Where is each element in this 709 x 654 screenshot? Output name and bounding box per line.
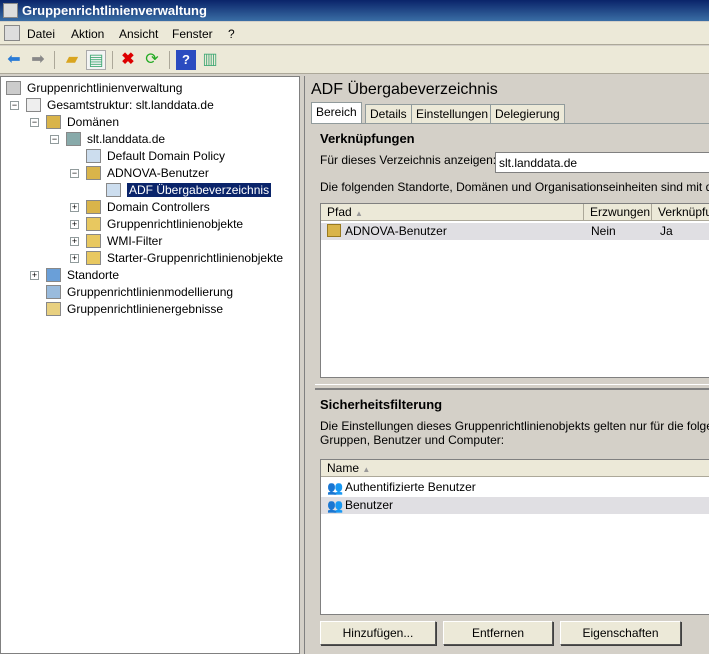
tree-item[interactable]: Starter-Gruppenrichtlinienobjekte	[107, 250, 283, 266]
security-list: Name ▲ 👥 Authentifizierte Benutzer 👥 Ben…	[320, 459, 709, 615]
column-pfad[interactable]: Pfad ▲	[321, 204, 584, 221]
gpo-link-icon	[106, 183, 121, 197]
links-description: Die folgenden Standorte, Domänen und Org…	[320, 180, 709, 194]
tree-item[interactable]: WMI-Filter	[107, 233, 162, 249]
tab-delegierung[interactable]: Delegierung	[490, 104, 565, 123]
expand-icon[interactable]: +	[70, 237, 79, 246]
column-name[interactable]: Name ▲	[321, 460, 709, 477]
ou-icon	[327, 224, 341, 237]
up-folder-icon[interactable]: ▰	[62, 50, 82, 70]
action-pane-icon[interactable]: ▥	[200, 50, 220, 70]
menu-help[interactable]: ?	[228, 27, 235, 41]
domain-select[interactable]: slt.landdata.de	[495, 152, 709, 173]
tree-item[interactable]: ADF Übergabeverzeichnis	[127, 182, 272, 198]
help-icon[interactable]: ?	[176, 50, 196, 70]
gpmc-icon	[6, 81, 21, 95]
folder-icon	[86, 251, 101, 265]
tree-item[interactable]: Gruppenrichtlinienmodellierung	[67, 284, 233, 300]
collapse-icon[interactable]: −	[10, 101, 19, 110]
forest-icon	[26, 98, 41, 112]
modeling-icon	[46, 285, 61, 299]
tree-item[interactable]: Domänen	[67, 114, 119, 130]
tree-pane: Gruppenrichtlinienverwaltung − Gesamtstruk…	[0, 76, 300, 654]
menu-ansicht[interactable]: Ansicht	[119, 27, 158, 41]
links-list: Pfad ▲ Erzwungen Verknüpfu ADNOVA-Benutz…	[320, 203, 709, 378]
tree-item[interactable]: Gruppenrichtlinienobjekte	[107, 216, 243, 232]
tree-item[interactable]: Gesamtstruktur: slt.landdata.de	[47, 97, 214, 113]
remove-button[interactable]: Entfernen	[443, 621, 553, 645]
separator	[54, 51, 55, 69]
collapse-icon[interactable]: −	[30, 118, 39, 127]
properties-button[interactable]: Eigenschaften	[560, 621, 681, 645]
menu-fenster[interactable]: Fenster	[172, 27, 213, 41]
list-item[interactable]: 👥 Benutzer	[321, 497, 709, 514]
security-description-2: Gruppen, Benutzer und Computer:	[320, 433, 505, 447]
window-title: Gruppenrichtlinienverwaltung	[22, 3, 207, 18]
folder-icon	[86, 234, 101, 248]
ou-icon	[86, 200, 101, 214]
ou-icon	[86, 166, 101, 180]
separator	[112, 51, 113, 69]
tab-details[interactable]: Details	[365, 104, 412, 123]
results-icon	[46, 302, 61, 316]
menu-bar: Datei Aktion Ansicht Fenster ?	[0, 22, 709, 45]
expand-icon[interactable]: +	[70, 254, 79, 263]
domains-icon	[46, 115, 61, 129]
column-verknuepft[interactable]: Verknüpfu	[652, 204, 709, 221]
show-label: Für dieses Verzeichnis anzeigen:	[320, 153, 497, 167]
links-heading: Verknüpfungen	[320, 131, 415, 146]
gpo-link-icon	[86, 149, 101, 163]
table-row[interactable]: ADNOVA-Benutzer Nein Ja	[321, 223, 709, 240]
expand-icon[interactable]: +	[70, 220, 79, 229]
title-bar: Gruppenrichtlinienverwaltung	[0, 0, 709, 21]
page-title: ADF Übergabeverzeichnis	[311, 81, 498, 98]
tree-item[interactable]: Default Domain Policy	[107, 148, 225, 164]
delete-icon[interactable]: ✖	[118, 50, 138, 70]
show-hide-tree-icon[interactable]: ▤	[86, 50, 106, 70]
add-button[interactable]: Hinzufügen...	[320, 621, 436, 645]
user-group-icon: 👥	[327, 480, 344, 495]
collapse-icon[interactable]: −	[50, 135, 59, 144]
tree-item[interactable]: slt.landdata.de	[87, 131, 165, 147]
tree-item[interactable]: Standorte	[67, 267, 119, 283]
folder-icon	[86, 217, 101, 231]
column-erzwungen[interactable]: Erzwungen	[584, 204, 652, 221]
tree-item[interactable]: Domain Controllers	[107, 199, 210, 215]
sites-icon	[46, 268, 61, 282]
back-icon[interactable]: ⬅	[4, 50, 24, 70]
menu-datei[interactable]: Datei	[27, 27, 55, 41]
tree-item[interactable]: ADNOVA-Benutzer	[107, 165, 209, 181]
tab-bereich[interactable]: Bereich	[311, 102, 362, 124]
app-menu-icon[interactable]	[4, 25, 20, 41]
toolbar: ⬅ ➡ ▰ ▤ ✖ ⟳ ? ▥	[0, 46, 709, 74]
domain-icon	[66, 132, 81, 146]
collapse-icon[interactable]: −	[70, 169, 79, 178]
splitter[interactable]	[315, 384, 709, 390]
user-group-icon: 👥	[327, 498, 344, 513]
separator	[169, 51, 170, 69]
details-pane: ADF Übergabeverzeichnis Bereich Details …	[304, 76, 709, 654]
tree-item[interactable]: Gruppenrichtlinienverwaltung	[27, 80, 182, 96]
security-description: Die Einstellungen dieses Gruppenrichtlin…	[320, 419, 709, 433]
expand-icon[interactable]: +	[70, 203, 79, 212]
refresh-icon[interactable]: ⟳	[142, 50, 162, 70]
app-icon	[3, 3, 18, 18]
forward-icon[interactable]: ➡	[28, 50, 48, 70]
menu-aktion[interactable]: Aktion	[71, 27, 104, 41]
tree-item[interactable]: Gruppenrichtlinienergebnisse	[67, 301, 223, 317]
list-item[interactable]: 👥 Authentifizierte Benutzer	[321, 479, 709, 496]
expand-icon[interactable]: +	[30, 271, 39, 280]
tab-einstellungen[interactable]: Einstellungen	[411, 104, 494, 123]
security-heading: Sicherheitsfilterung	[320, 397, 443, 412]
